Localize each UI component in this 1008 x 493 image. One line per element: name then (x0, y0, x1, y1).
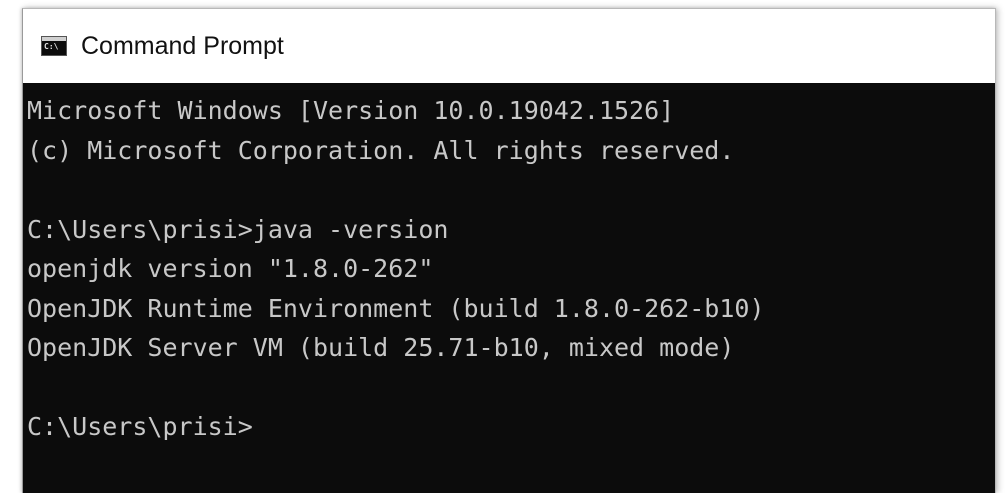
console-line: C:\Users\prisi>java -version (27, 214, 449, 244)
console-line: openjdk version "1.8.0-262" (27, 254, 434, 283)
cmd-icon[interactable]: C:\ (41, 36, 67, 56)
console-line: (c) Microsoft Corporation. All rights re… (27, 135, 735, 165)
command-prompt-window: C:\ Command Prompt Microsoft Windows [Ve… (22, 8, 996, 493)
console-output[interactable]: Microsoft Windows [Version 10.0.19042.15… (23, 83, 995, 493)
console-line: Microsoft Windows [Version 10.0.19042.15… (27, 96, 675, 125)
command-prompt-line[interactable]: C:\Users\prisi> (27, 407, 995, 447)
console-line: OpenJDK Server VM (build 25.71-b10, mixe… (27, 333, 735, 362)
title-bar[interactable]: C:\ Command Prompt (23, 9, 995, 83)
window-title: Command Prompt (81, 32, 284, 60)
console-line: OpenJDK Runtime Environment (build 1.8.0… (27, 293, 765, 323)
